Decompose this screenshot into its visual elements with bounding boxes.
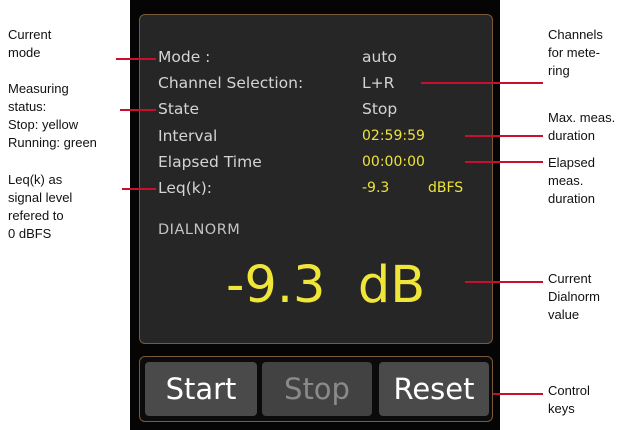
callout-line: Measuring — [8, 81, 69, 96]
callout-line: value — [548, 307, 580, 322]
interval-label: Interval — [158, 127, 218, 145]
leq-unit: dBFS — [428, 180, 464, 196]
leader-line — [493, 393, 543, 395]
callout-line: Channels — [548, 27, 603, 42]
dialnorm-value: -9.3 dB — [226, 256, 426, 315]
callout-line: mode — [8, 45, 41, 60]
leader-line — [465, 135, 543, 137]
callout-leq-signal: Leq(k) as signal level refered to 0 dBFS — [8, 171, 72, 243]
callout-line: duration — [548, 128, 595, 143]
callout-channels: Channels for mete- ring — [548, 26, 603, 80]
callout-line: Stop: yellow — [8, 117, 79, 132]
leader-line — [465, 161, 543, 163]
leader-line — [116, 58, 156, 60]
callout-control-keys: Control keys — [548, 382, 590, 418]
leq-value: -9.3 — [362, 180, 390, 196]
callout-line: status: — [8, 99, 47, 114]
callout-max-duration: Max. meas. duration — [548, 109, 615, 145]
leader-line — [465, 281, 543, 283]
callout-line: Dialnorm — [548, 289, 601, 304]
callout-line: Max. meas. — [548, 110, 616, 125]
state-value: Stop — [362, 100, 398, 118]
state-label: State — [158, 100, 200, 118]
channel-selection-value: L+R — [362, 74, 395, 92]
callout-line: keys — [548, 401, 575, 416]
callout-dialnorm-value: Current Dialnorm value — [548, 270, 600, 324]
interval-value: 02:59:59 — [362, 128, 425, 144]
callout-line: Current — [8, 27, 52, 42]
callout-line: duration — [548, 191, 595, 206]
callout-line: Current — [548, 271, 592, 286]
callout-line: Elapsed — [548, 155, 595, 170]
callout-line: ring — [548, 63, 570, 78]
callout-current-mode: Current mode — [8, 26, 51, 62]
callout-line: Leq(k) as — [8, 172, 63, 187]
leader-line — [120, 109, 156, 111]
start-button[interactable]: Start — [145, 362, 257, 416]
callout-line: 0 dBFS — [8, 226, 52, 241]
leader-line — [122, 188, 156, 190]
callout-line: Control — [548, 383, 590, 398]
leader-line — [421, 82, 543, 84]
elapsed-time-value: 00:00:00 — [362, 154, 425, 170]
callout-line: meas. — [548, 173, 584, 188]
reset-button[interactable]: Reset — [379, 362, 489, 416]
elapsed-time-label: Elapsed Time — [158, 153, 262, 171]
leq-label: Leq(k): — [158, 179, 213, 197]
callout-line: refered to — [8, 208, 64, 223]
callout-elapsed-duration: Elapsed meas. duration — [548, 154, 595, 208]
callout-line: for mete- — [548, 45, 601, 60]
mode-label: Mode : — [158, 48, 211, 66]
stop-button[interactable]: Stop — [262, 362, 372, 416]
callout-line: signal level — [8, 190, 73, 205]
dialnorm-title: DIALNORM — [158, 222, 241, 238]
callout-measuring-status: Measuring status: Stop: yellow Running: … — [8, 80, 97, 152]
callout-line: Running: green — [8, 135, 97, 150]
channel-selection-label: Channel Selection: — [158, 74, 304, 92]
mode-value: auto — [362, 48, 397, 66]
